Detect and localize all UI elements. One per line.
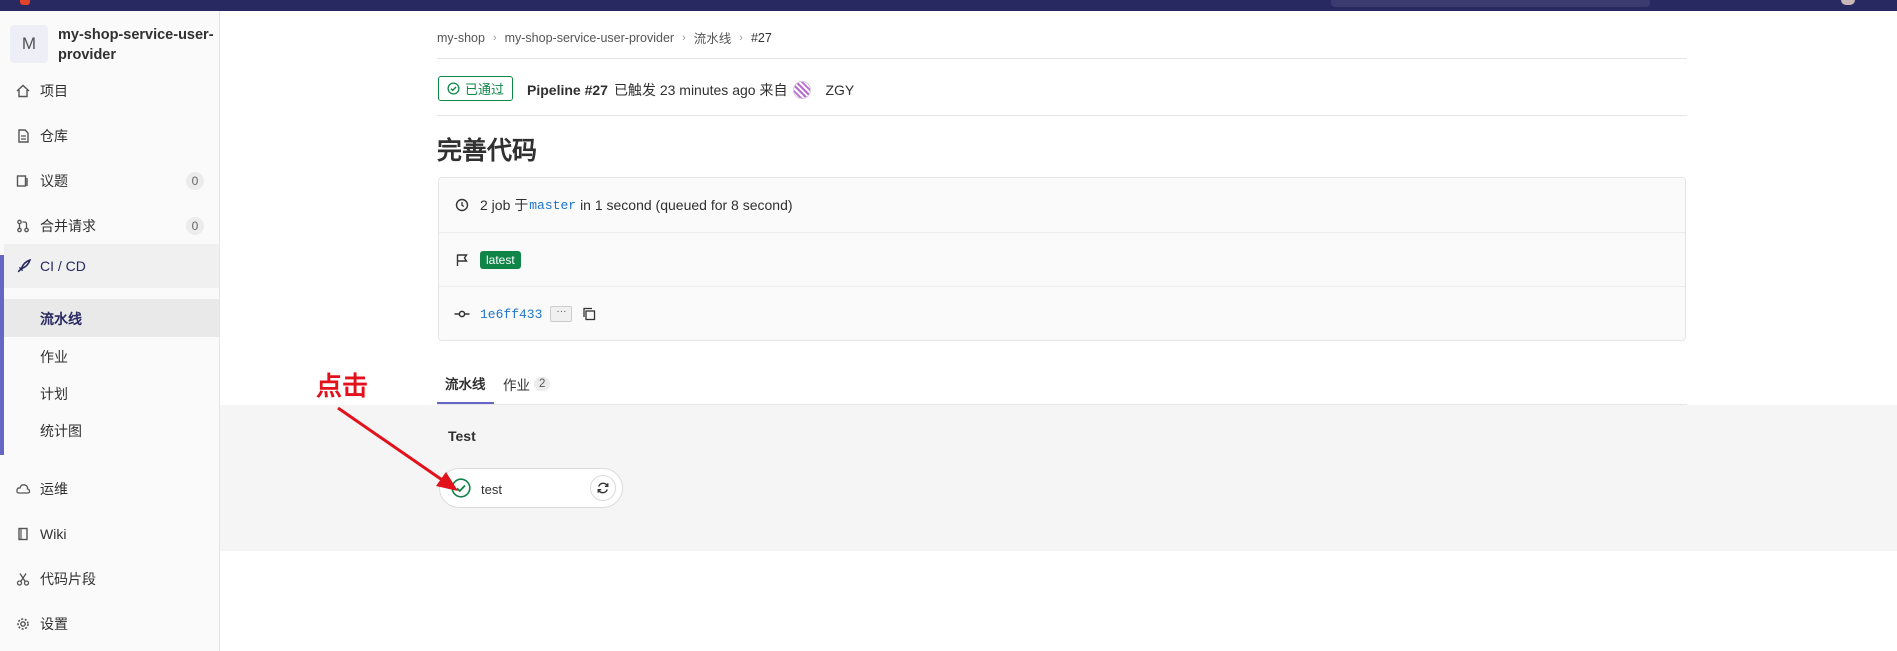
sidebar-item-label: CI / CD xyxy=(40,258,86,274)
status-badge[interactable]: 已通过 xyxy=(438,76,514,101)
chevron-right-icon: › xyxy=(739,31,743,44)
sidebar-item-merge-requests[interactable]: 合并请求 0 xyxy=(0,204,219,248)
sub-item-active-background xyxy=(4,299,219,337)
sidebar-subitem-schedules[interactable]: 计划 xyxy=(40,384,68,404)
page-title: 完善代码 xyxy=(437,137,538,165)
user-name[interactable]: ZGY xyxy=(825,82,854,98)
annotation-label: 点击 xyxy=(316,372,369,402)
duration-text: in 1 second (queued for 8 second) xyxy=(580,197,793,213)
breadcrumb-current[interactable]: #27 xyxy=(751,31,772,45)
sidebar-item-label: 合并请求 xyxy=(40,218,96,234)
jobs-summary-row: 2 job 于 master in 1 second (queued for 8… xyxy=(439,178,1685,232)
sidebar-subitem-jobs[interactable]: 作业 xyxy=(40,347,68,367)
clock-icon xyxy=(454,197,470,213)
triggered-text: 已触发 23 minutes ago 来自 xyxy=(613,82,788,98)
chevron-right-icon: › xyxy=(492,31,497,44)
annotation-arrow-icon xyxy=(337,406,458,491)
home-icon xyxy=(15,83,31,99)
sidebar-item-snippets[interactable]: 代码片段 xyxy=(0,557,219,601)
sidebar-item-operations[interactable]: 运维 xyxy=(0,467,219,511)
pipeline-tabs: 流水线 作业 2 xyxy=(437,364,1687,405)
sidebar-item-settings[interactable]: 设置 xyxy=(0,602,219,646)
project-avatar: M xyxy=(10,25,48,63)
divider xyxy=(437,58,1687,59)
sidebar-item-label: 仓库 xyxy=(40,128,68,144)
breadcrumb-pipelines[interactable]: 流水线 xyxy=(694,28,732,47)
gitlab-logo-icon[interactable] xyxy=(20,0,30,5)
breadcrumb: my-shop › my-shop-service-user-provider … xyxy=(437,28,772,47)
pipeline-id: Pipeline #27 xyxy=(527,82,608,98)
sidebar-subitem-pipelines[interactable]: 流水线 xyxy=(40,309,82,329)
latest-badge: latest xyxy=(480,251,521,269)
settings-icon xyxy=(15,616,31,632)
flag-icon xyxy=(454,252,470,268)
sidebar-item-repository[interactable]: 仓库 xyxy=(0,114,219,158)
sidebar-item-label: 代码片段 xyxy=(40,571,96,587)
pipeline-info-line: Pipeline #27 已触发 23 minutes ago 来自 ZGY xyxy=(527,80,854,100)
merge-requests-count-badge: 0 xyxy=(186,217,204,235)
issues-icon xyxy=(15,173,31,189)
merge-request-icon xyxy=(15,218,31,234)
branch-link[interactable]: master xyxy=(529,198,576,213)
project-name[interactable]: my-shop-service-user-provider xyxy=(58,25,218,65)
commit-row: 1e6ff433 ··· xyxy=(439,286,1685,341)
commit-sha-link[interactable]: 1e6ff433 xyxy=(480,307,542,322)
sidebar-item-label: 运维 xyxy=(40,481,68,497)
breadcrumb-project[interactable]: my-shop-service-user-provider xyxy=(505,31,675,45)
issues-count-badge: 0 xyxy=(186,172,204,190)
repository-icon xyxy=(15,128,31,144)
tab-label: 作业 xyxy=(503,378,530,393)
sidebar-item-label: Wiki xyxy=(40,526,67,542)
pipeline-info-box: 2 job 于 master in 1 second (queued for 8… xyxy=(438,177,1686,341)
sidebar-subitem-charts[interactable]: 统计图 xyxy=(40,421,82,441)
user-avatar[interactable] xyxy=(793,81,812,99)
tab-jobs[interactable]: 作业 2 xyxy=(503,364,551,404)
expand-commit-message-button[interactable]: ··· xyxy=(550,306,573,322)
jobs-prefix: 2 job 于 xyxy=(480,197,529,213)
status-label: 已通过 xyxy=(465,82,505,97)
job-name[interactable]: test xyxy=(481,482,502,497)
top-navbar xyxy=(0,0,1897,11)
sidebar-item-issues[interactable]: 议题 0 xyxy=(0,159,219,203)
user-avatar[interactable] xyxy=(1841,0,1855,5)
tab-label: 流水线 xyxy=(445,377,486,392)
sidebar-item-project[interactable]: 项目 xyxy=(0,69,219,113)
sidebar-item-wiki[interactable]: Wiki xyxy=(0,512,219,556)
sidebar-item-cicd[interactable]: CI / CD xyxy=(4,244,219,288)
search-input[interactable] xyxy=(1331,0,1650,7)
sidebar-item-label: 项目 xyxy=(40,83,68,99)
check-circle-icon xyxy=(447,82,460,95)
tab-pipeline[interactable]: 流水线 xyxy=(437,364,494,404)
sidebar: M my-shop-service-user-provider 项目 仓库 议题… xyxy=(0,11,220,651)
commit-icon xyxy=(454,306,470,322)
copy-icon[interactable] xyxy=(582,307,596,321)
divider xyxy=(437,115,1687,116)
jobs-count-badge: 2 xyxy=(534,377,551,391)
rocket-icon xyxy=(15,258,31,274)
book-icon xyxy=(15,526,31,542)
cloud-icon xyxy=(15,481,31,497)
sidebar-item-label: 议题 xyxy=(40,173,68,189)
sidebar-item-label: 设置 xyxy=(40,616,68,632)
retry-icon[interactable] xyxy=(590,475,616,501)
chevron-right-icon: › xyxy=(682,31,686,44)
project-header[interactable]: M my-shop-service-user-provider xyxy=(10,23,214,71)
snippet-icon xyxy=(15,571,31,587)
breadcrumb-group[interactable]: my-shop xyxy=(437,31,485,45)
tags-row: latest xyxy=(439,232,1685,287)
